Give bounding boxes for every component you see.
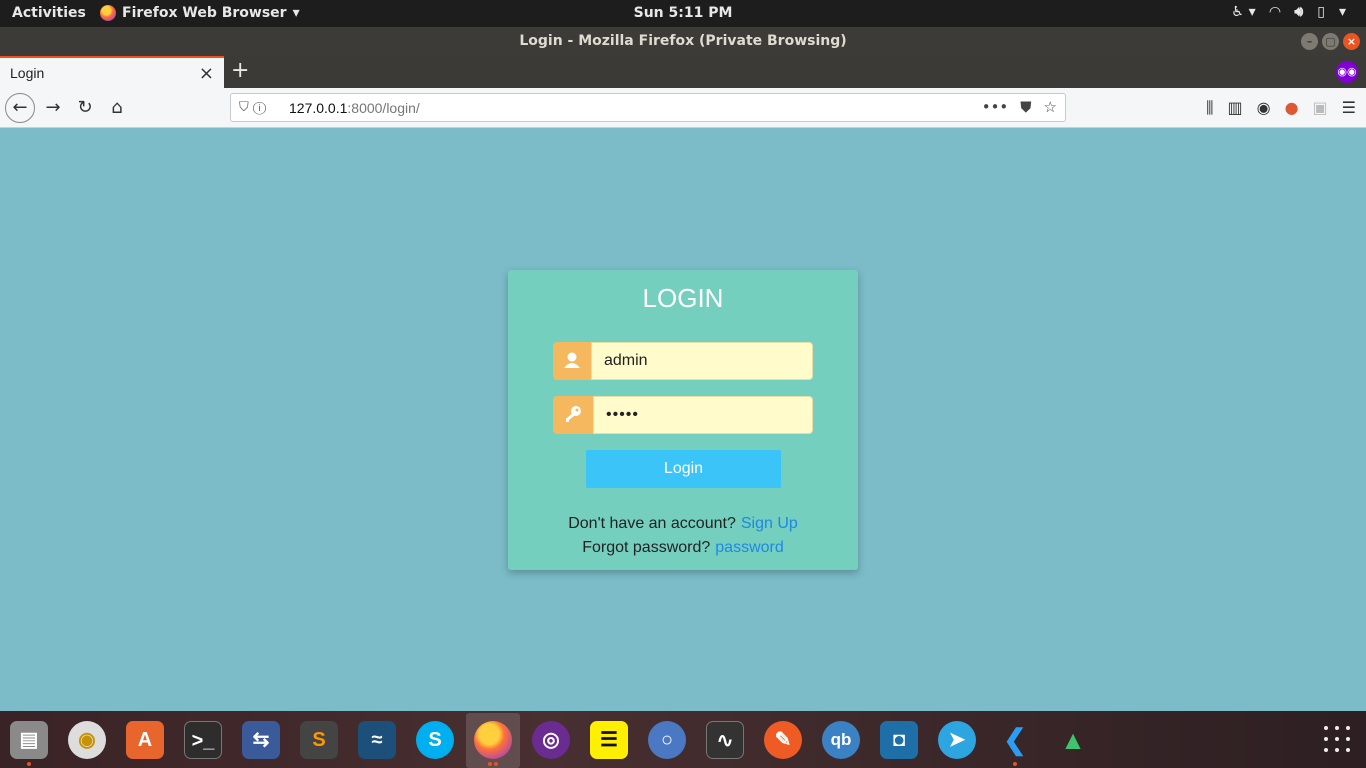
bookmark-star-icon[interactable]: ☆ bbox=[1044, 98, 1057, 116]
pocket-icon[interactable]: ⛊ bbox=[1020, 98, 1031, 116]
chevron-down-icon: ▾ bbox=[292, 5, 300, 21]
system-monitor-icon[interactable]: ∿ bbox=[706, 721, 744, 759]
chromium-icon[interactable]: ○ bbox=[648, 721, 686, 759]
private-browsing-icon: ◉◉ bbox=[1336, 61, 1358, 83]
remmina-icon[interactable]: ⇆ bbox=[242, 721, 280, 759]
url-bar[interactable]: ⛉ ⓘ 127.0.0.1:8000/login/ ••• ⛊ ☆ bbox=[230, 93, 1066, 122]
notes-icon[interactable]: ☰ bbox=[590, 721, 628, 759]
navigation-toolbar: ← → ↻ ⌂ ⛉ ⓘ 127.0.0.1:8000/login/ ••• ⛊ … bbox=[0, 88, 1366, 128]
app-menu-label: Firefox Web Browser bbox=[122, 5, 287, 21]
files-icon[interactable]: ▤ bbox=[10, 721, 48, 759]
signup-row: Don't have an account? Sign Up bbox=[508, 515, 858, 533]
skype-icon[interactable]: S bbox=[416, 721, 454, 759]
signup-link[interactable]: Sign Up bbox=[741, 515, 798, 532]
account-icon[interactable]: ◉ bbox=[1257, 98, 1271, 118]
software-icon[interactable]: A bbox=[126, 721, 164, 759]
volume-icon[interactable]: 🔊︎ bbox=[1294, 4, 1303, 20]
sidebar-icon[interactable]: ▥ bbox=[1227, 98, 1242, 118]
forgot-password-link[interactable]: password bbox=[715, 539, 783, 556]
gnome-top-bar: Activities Firefox Web Browser ▾ Sun 5:1… bbox=[0, 0, 1366, 27]
vscode-icon[interactable]: ❮ bbox=[996, 721, 1034, 759]
signup-prompt: Don't have an account? bbox=[568, 515, 736, 532]
user-icon bbox=[553, 342, 591, 380]
sublime-icon[interactable]: S bbox=[300, 721, 338, 759]
maximize-button[interactable]: ▢ bbox=[1322, 33, 1339, 50]
qbittorrent-icon[interactable]: qb bbox=[822, 721, 860, 759]
extension-icon[interactable]: ▣ bbox=[1313, 98, 1328, 118]
page-content: LOGIN admin ••••• Login Don't have an ac… bbox=[0, 129, 1366, 711]
duckduckgo-icon[interactable]: ● bbox=[1285, 98, 1299, 118]
running-indicator bbox=[27, 762, 31, 766]
home-button[interactable]: ⌂ bbox=[102, 93, 132, 123]
terminal-icon[interactable]: >_ bbox=[184, 721, 222, 759]
login-heading: LOGIN bbox=[642, 283, 724, 313]
forward-button[interactable]: → bbox=[38, 93, 68, 123]
tab-strip: Login × + ◉◉ bbox=[0, 56, 1366, 88]
tab-login[interactable]: Login × bbox=[0, 56, 224, 88]
running-indicator bbox=[1013, 762, 1017, 766]
ubuntu-software-box-icon[interactable]: ◘ bbox=[880, 721, 918, 759]
login-card: LOGIN admin ••••• Login Don't have an ac… bbox=[508, 270, 858, 570]
tracking-shield-icon[interactable]: ⛉ ⓘ bbox=[239, 100, 266, 115]
menu-icon[interactable]: ☰ bbox=[1342, 98, 1356, 118]
wifi-icon[interactable]: ◠ bbox=[1270, 4, 1281, 20]
key-icon bbox=[553, 396, 593, 434]
rocket-icon[interactable]: ▲ bbox=[1054, 721, 1092, 759]
firefox-icon bbox=[100, 5, 116, 21]
battery-icon[interactable]: ▯ bbox=[1317, 4, 1325, 20]
firefox-icon[interactable] bbox=[474, 721, 512, 759]
activities-button[interactable]: Activities bbox=[12, 5, 86, 21]
show-applications-icon[interactable] bbox=[1324, 726, 1350, 752]
url-text[interactable]: 127.0.0.1:8000/login/ bbox=[289, 100, 420, 116]
running-indicator bbox=[488, 762, 492, 766]
minimize-button[interactable]: – bbox=[1301, 33, 1318, 50]
reload-button[interactable]: ↻ bbox=[70, 93, 100, 123]
login-button[interactable]: Login bbox=[586, 450, 781, 488]
library-icon[interactable]: ⫼ bbox=[1206, 98, 1213, 118]
postman-icon[interactable]: ✎ bbox=[764, 721, 802, 759]
close-tab-icon[interactable]: × bbox=[199, 63, 214, 84]
forgot-row: Forgot password? password bbox=[508, 539, 858, 557]
tab-label: Login bbox=[10, 65, 45, 81]
chevron-down-icon[interactable]: ▾ bbox=[1339, 4, 1346, 20]
window-title-bar: Login - Mozilla Firefox (Private Browsin… bbox=[0, 27, 1366, 56]
tor-icon[interactable]: ◎ bbox=[532, 721, 570, 759]
forgot-prompt: Forgot password? bbox=[582, 539, 711, 556]
dock: ▤ ◉ A >_ ⇆ S ≈ S ◎ ☰ ○ ∿ ✎ qb ◘ ➤ ❮ ▲ bbox=[0, 711, 1366, 768]
close-window-button[interactable]: × bbox=[1343, 33, 1360, 50]
telegram-icon[interactable]: ➤ bbox=[938, 721, 976, 759]
username-field: admin bbox=[553, 342, 813, 380]
running-indicator bbox=[494, 762, 498, 766]
back-button[interactable]: ← bbox=[5, 93, 35, 123]
mysql-workbench-icon[interactable]: ≈ bbox=[358, 721, 396, 759]
app-menu[interactable]: Firefox Web Browser ▾ bbox=[100, 5, 300, 21]
window-title: Login - Mozilla Firefox (Private Browsin… bbox=[519, 33, 847, 49]
new-tab-button[interactable]: + bbox=[231, 58, 249, 83]
accessibility-icon[interactable]: ♿︎ ▾ bbox=[1231, 4, 1255, 20]
password-field: ••••• bbox=[553, 396, 813, 434]
username-input[interactable]: admin bbox=[591, 342, 813, 380]
password-input[interactable]: ••••• bbox=[593, 396, 813, 434]
page-actions-icon[interactable]: ••• bbox=[982, 98, 1009, 116]
system-tray[interactable]: ♿︎ ▾ ◠ 🔊︎ ▯ ▾ bbox=[1231, 4, 1346, 20]
rhythmbox-icon[interactable]: ◉ bbox=[68, 721, 106, 759]
